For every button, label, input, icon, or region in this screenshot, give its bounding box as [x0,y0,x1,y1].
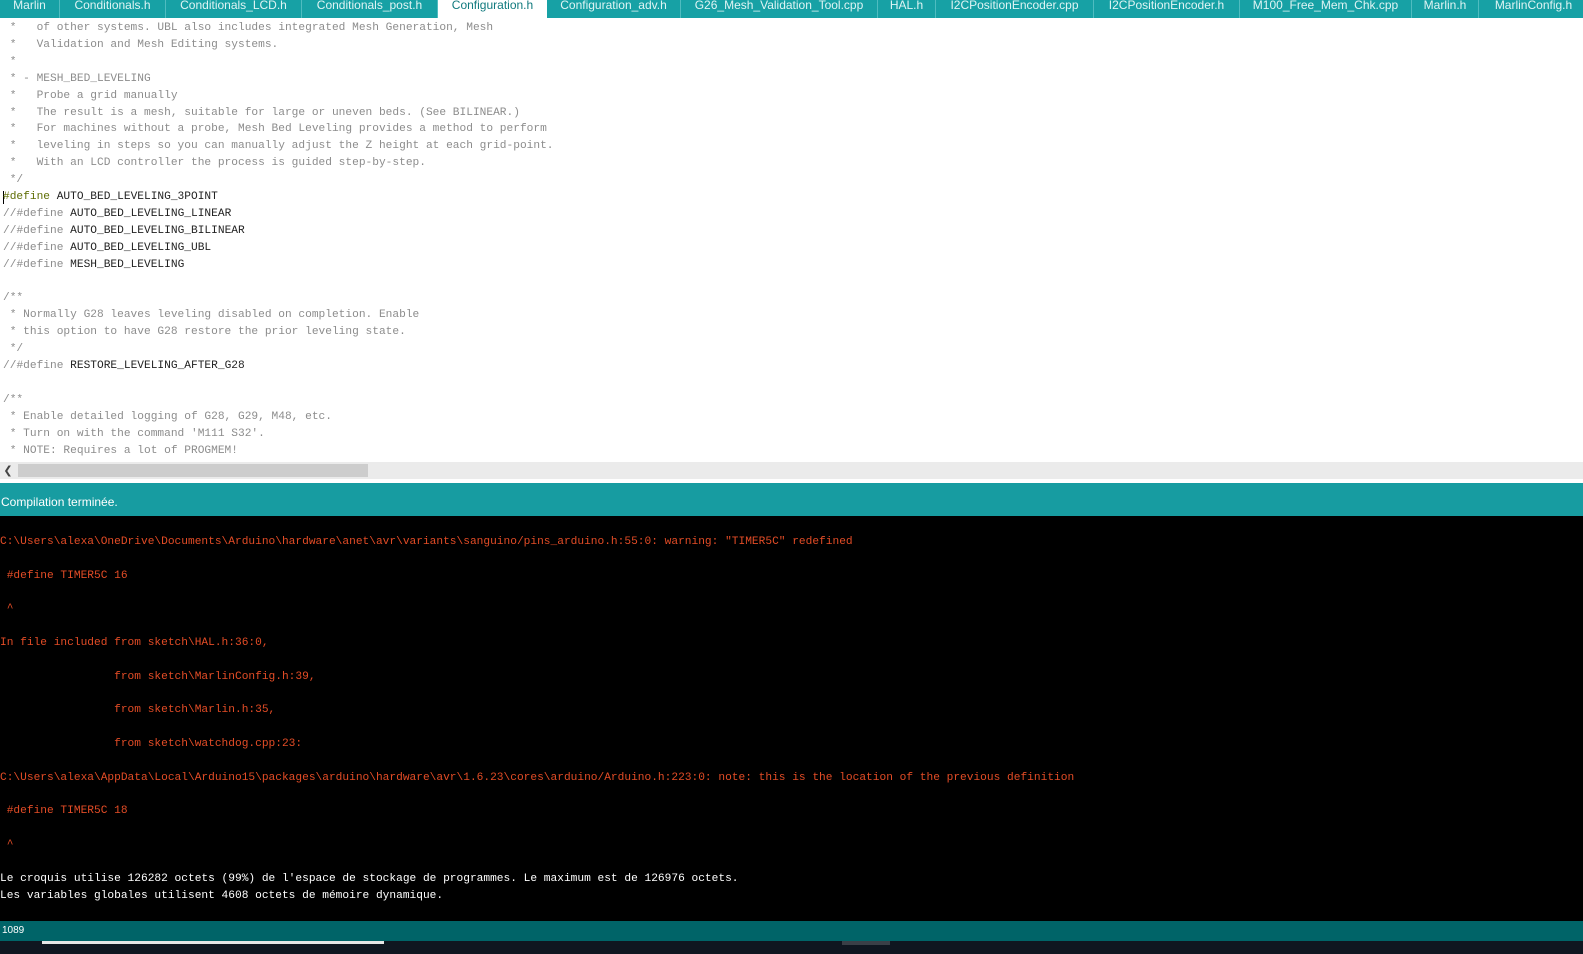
console-line: #define TIMER5C 18 [0,805,128,818]
tab-0[interactable]: Marlin [0,0,60,18]
comment-prefix: // [3,258,17,271]
tab-12[interactable]: MarlinConfig.h [1479,0,1583,18]
code-line: * With an LCD controller the process is … [3,157,426,170]
define-keyword: #define [16,224,64,237]
console-line: C:\Users\alexa\AppData\Local\Arduino15\p… [0,771,1075,784]
define-name: AUTO_BED_LEVELING_UBL [63,241,212,254]
code-line: * NOTE: Requires a lot of PROGMEM! [3,444,238,457]
code-line: * - MESH_BED_LEVELING [3,72,151,85]
code-line: /** [3,292,24,305]
define-name: AUTO_BED_LEVELING_LINEAR [63,207,232,220]
console-line: from sketch\Marlin.h:35, [0,704,276,717]
console-line: In file included from sketch\HAL.h:36:0, [0,636,269,649]
code-line: */ [3,174,24,187]
code-line: * leveling in steps so you can manually … [3,140,554,153]
status-bar: Compilation terminée. [0,483,1583,516]
define-keyword: #define [16,258,64,271]
code-editor[interactable]: * of other systems. UBL also includes in… [0,18,1583,462]
define-keyword: #define [3,191,50,203]
define-name: AUTO_BED_LEVELING_BILINEAR [63,224,245,237]
code-line: * Normally G28 leaves leveling disabled … [3,309,420,322]
tab-9[interactable]: I2CPositionEncoder.h [1094,0,1240,18]
horizontal-scrollbar[interactable]: ❮ [0,462,1583,479]
code-line: //#define AUTO_BED_LEVELING_BILINEAR [3,223,245,240]
console-line: C:\Users\alexa\OneDrive\Documents\Arduin… [0,535,853,548]
console-line: Le croquis utilise 126282 octets (99%) d… [0,872,739,885]
define-name: MESH_BED_LEVELING [63,258,185,271]
comment-prefix: // [3,224,17,237]
code-line: /** [3,393,24,406]
code-line: * The result is a mesh, suitable for lar… [3,106,520,119]
line-number: 1089 [2,925,25,936]
code-line: * this option to have G28 restore the pr… [3,326,406,339]
tab-11[interactable]: Marlin.h [1412,0,1479,18]
chevron-left-icon[interactable]: ❮ [0,462,16,479]
comment-prefix: // [3,207,17,220]
console-line: from sketch\MarlinConfig.h:39, [0,670,316,683]
scrollbar-thumb[interactable] [18,464,368,477]
code-line: * [3,55,17,68]
tab-5[interactable]: Configuration_adv.h [547,0,681,18]
os-taskbar [0,941,1583,954]
code-line: * of other systems. UBL also includes in… [3,22,494,34]
comment-prefix: // [3,360,17,372]
console-line: #define TIMER5C 16 [0,569,128,582]
console-line: ^ [0,839,14,852]
define-keyword: #define [16,207,64,220]
code-line: //#define AUTO_BED_LEVELING_LINEAR [3,206,231,223]
console-line: from sketch\watchdog.cpp:23: [0,738,303,751]
code-line: //#define AUTO_BED_LEVELING_UBL [3,240,211,257]
tab-10[interactable]: M100_Free_Mem_Chk.cpp [1240,0,1412,18]
define-name: RESTORE_LEVELING_AFTER_G28 [63,360,245,372]
code-line: * Turn on with the command 'M111 S32'. [3,427,265,440]
tab-6[interactable]: G26_Mesh_Validation_Tool.cpp [681,0,878,18]
status-message: Compilation terminée. [1,495,118,509]
tab-8[interactable]: I2CPositionEncoder.cpp [936,0,1094,18]
footer-bar: 1089 [0,921,1583,941]
code-line: * Probe a grid manually [3,89,178,102]
console-output[interactable]: C:\Users\alexa\OneDrive\Documents\Arduin… [0,516,1583,921]
taskbar-item[interactable] [842,941,890,945]
file-tab-bar: Marlin Conditionals.h Conditionals_LCD.h Co… [0,0,1583,18]
comment-prefix: // [3,241,17,254]
code-line: #define AUTO_BED_LEVELING_3POINT [3,189,218,206]
code-line: * Enable detailed logging of G28, G29, M… [3,410,332,423]
define-keyword: #define [16,360,64,372]
console-line: Les variables globales utilisent 4608 oc… [0,889,444,902]
code-line: */ [3,343,24,356]
define-keyword: #define [16,241,64,254]
taskbar-window-indicator[interactable] [42,941,384,944]
code-line: * Validation and Mesh Editing systems. [3,38,279,51]
code-line: * For machines without a probe, Mesh Bed… [3,123,547,136]
tab-1[interactable]: Conditionals.h [60,0,166,18]
code-line: //#define MESH_BED_LEVELING [3,257,184,274]
console-line: ^ [0,603,14,616]
define-name: AUTO_BED_LEVELING_3POINT [50,191,218,203]
tab-7[interactable]: HAL.h [878,0,936,18]
code-line: //#define RESTORE_LEVELING_AFTER_G28 [3,358,245,375]
tab-4[interactable]: Configuration.h [438,0,547,18]
tab-3[interactable]: Conditionals_post.h [302,0,438,18]
tab-2[interactable]: Conditionals_LCD.h [166,0,302,18]
